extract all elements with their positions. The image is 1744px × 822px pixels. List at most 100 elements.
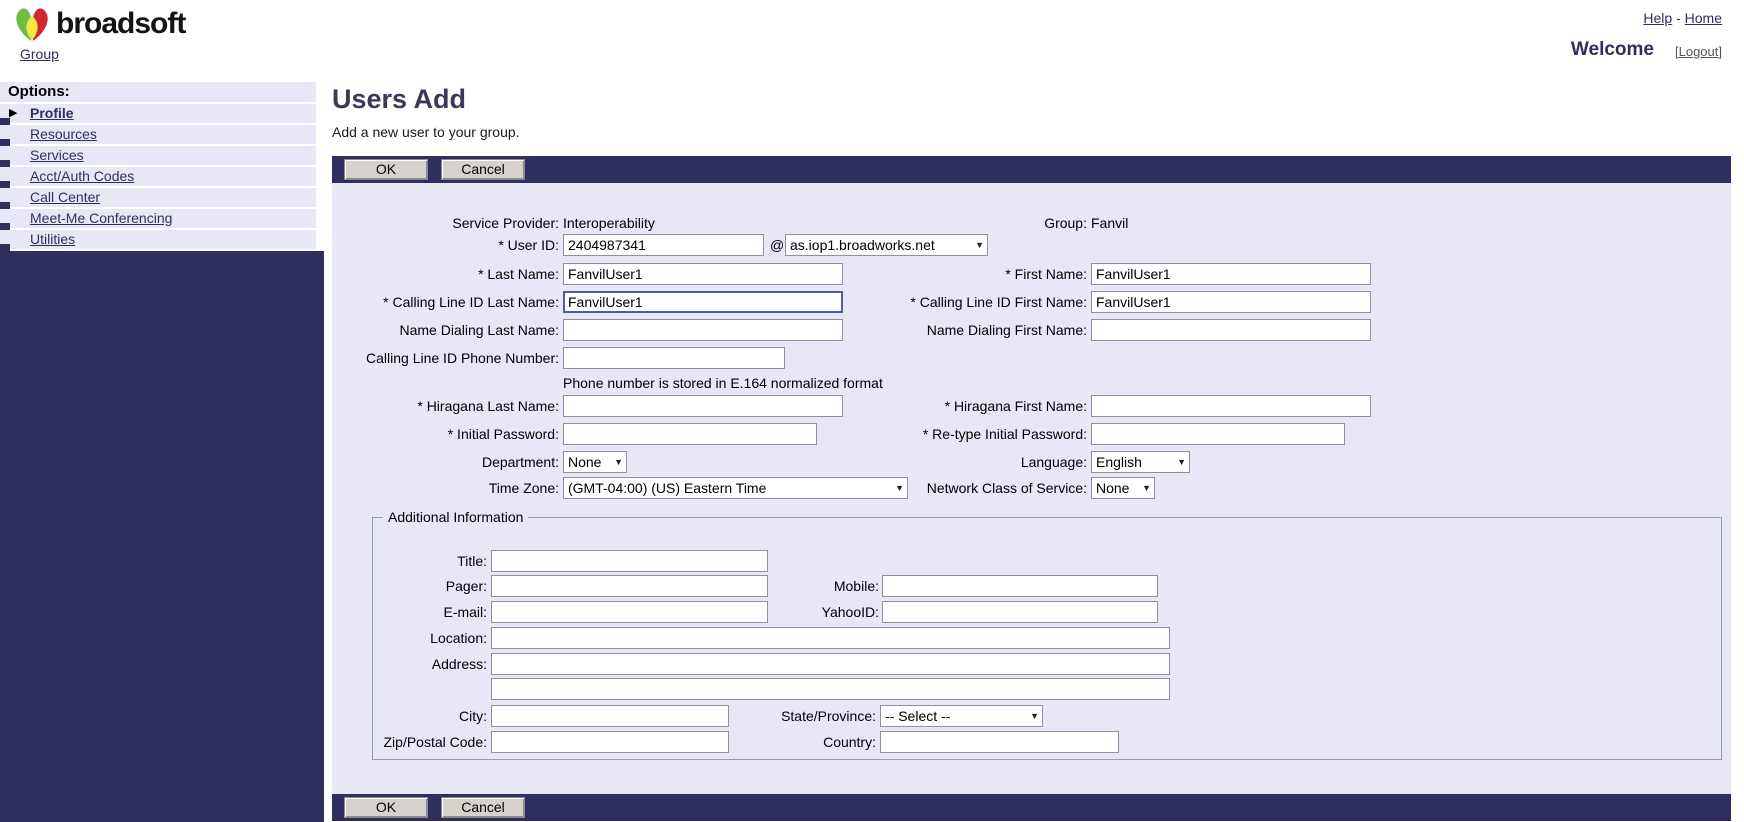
sidebar-item-utilities-label[interactable]: Utilities: [30, 231, 75, 247]
help-link[interactable]: Help: [1643, 10, 1672, 26]
country-label: Country:: [729, 731, 876, 753]
state-province-label: State/Province:: [729, 705, 876, 727]
sidebar-item-profile[interactable]: ▶ Profile: [0, 104, 316, 125]
additional-information-fieldset: Additional Information Title: Pager: Mob…: [372, 517, 1722, 760]
logo-text: broadsoft: [56, 7, 185, 41]
mobile-input[interactable]: [882, 575, 1158, 597]
zip-postal-code-label: Zip/Postal Code:: [373, 731, 487, 753]
yahooid-label: YahooID:: [768, 601, 879, 623]
users-add-form: Service Provider: Interoperability Group…: [332, 183, 1731, 794]
broadsoft-logo: broadsoft: [12, 5, 185, 43]
network-class-of-service-select[interactable]: None ▼: [1091, 477, 1155, 499]
page-title: Users Add: [332, 84, 466, 115]
email-label: E-mail:: [373, 601, 487, 623]
department-select[interactable]: None ▼: [563, 451, 627, 473]
language-select[interactable]: English ▼: [1091, 451, 1190, 473]
ok-button-top[interactable]: OK: [344, 159, 428, 180]
chevron-down-icon: ▼: [1142, 483, 1151, 493]
initial-password-label: * Initial Password:: [332, 423, 559, 445]
network-class-of-service-label: Network Class of Service:: [843, 477, 1087, 499]
time-zone-label: Time Zone:: [332, 477, 559, 499]
sidebar-item-resources-label[interactable]: Resources: [30, 126, 97, 142]
time-zone-select-value: (GMT-04:00) (US) Eastern Time: [568, 480, 766, 496]
home-link[interactable]: Home: [1685, 10, 1722, 26]
domain-select[interactable]: as.iop1.broadworks.net ▼: [785, 234, 988, 256]
address-line1-input[interactable]: [491, 653, 1170, 675]
department-label: Department:: [332, 451, 559, 473]
initial-password-input[interactable]: [563, 423, 817, 445]
zip-postal-code-input[interactable]: [491, 731, 729, 753]
last-name-label: * Last Name:: [332, 263, 559, 285]
yahooid-input[interactable]: [882, 601, 1158, 623]
service-provider-value: Interoperability: [563, 212, 655, 234]
city-input[interactable]: [491, 705, 729, 727]
ok-button-bottom[interactable]: OK: [344, 797, 428, 818]
email-input[interactable]: [491, 601, 768, 623]
user-id-input[interactable]: [563, 234, 764, 256]
pager-input[interactable]: [491, 575, 768, 597]
domain-select-value: as.iop1.broadworks.net: [790, 237, 935, 253]
first-name-input[interactable]: [1091, 263, 1371, 285]
hiragana-last-input[interactable]: [563, 395, 843, 417]
phone-format-note: Phone number is stored in E.164 normaliz…: [563, 373, 883, 393]
name-dialing-last-input[interactable]: [563, 319, 843, 341]
header: broadsoft Help - Home Group Welcome [Log…: [0, 0, 1744, 69]
sidebar-item-acct-auth-codes-label[interactable]: Acct/Auth Codes: [30, 168, 134, 184]
help-home-links: Help - Home: [1643, 10, 1722, 26]
city-label: City:: [373, 705, 487, 727]
chevron-down-icon: ▼: [614, 457, 623, 467]
country-input[interactable]: [880, 731, 1119, 753]
department-select-value: None: [568, 454, 601, 470]
location-label: Location:: [373, 627, 487, 649]
clid-first-name-label: * Calling Line ID First Name:: [843, 291, 1087, 313]
language-label: Language:: [843, 451, 1087, 473]
address-label: Address:: [373, 653, 487, 675]
logout-link[interactable]: [Logout]: [1675, 44, 1722, 59]
options-menu: Options: ▶ Profile Resources Services Ac…: [0, 82, 316, 251]
sidebar-item-call-center-label[interactable]: Call Center: [30, 189, 100, 205]
cancel-button-bottom[interactable]: Cancel: [441, 797, 525, 818]
location-input[interactable]: [491, 627, 1170, 649]
top-toolbar: OK Cancel: [332, 156, 1731, 183]
title-label: Title:: [373, 550, 487, 572]
chevron-down-icon: ▼: [975, 240, 984, 250]
state-province-select[interactable]: -- Select -- ▼: [880, 705, 1043, 727]
welcome-text: Welcome: [1571, 39, 1654, 61]
broadsoft-logo-icon: [12, 5, 52, 43]
sidebar-item-resources[interactable]: Resources: [0, 125, 316, 146]
language-select-value: English: [1096, 454, 1142, 470]
retype-password-label: * Re-type Initial Password:: [843, 423, 1087, 445]
title-input[interactable]: [491, 550, 768, 572]
sidebar-item-profile-label[interactable]: Profile: [30, 105, 74, 121]
address-line2-input[interactable]: [491, 678, 1170, 700]
clid-phone-input[interactable]: [563, 347, 785, 369]
sidebar-item-services[interactable]: Services: [0, 146, 316, 167]
sidebar-item-acct-auth-codes[interactable]: Acct/Auth Codes: [0, 167, 316, 188]
sidebar-item-meet-me-conferencing-label[interactable]: Meet-Me Conferencing: [30, 210, 172, 226]
group-value: Fanvil: [1091, 212, 1128, 234]
options-menu-title: Options:: [0, 82, 316, 104]
sidebar-item-meet-me-conferencing[interactable]: Meet-Me Conferencing: [0, 209, 316, 230]
state-province-select-value: -- Select --: [885, 708, 950, 724]
sidebar-background: [0, 251, 324, 822]
hiragana-first-label: * Hiragana First Name:: [843, 395, 1087, 417]
retype-password-input[interactable]: [1091, 423, 1345, 445]
sidebar-item-utilities[interactable]: Utilities: [0, 230, 316, 251]
clid-last-name-input[interactable]: [563, 291, 843, 313]
hiragana-first-input[interactable]: [1091, 395, 1371, 417]
first-name-label: * First Name:: [843, 263, 1087, 285]
mobile-label: Mobile:: [768, 575, 879, 597]
cancel-button-top[interactable]: Cancel: [441, 159, 525, 180]
active-arrow-icon: ▶: [9, 104, 17, 123]
group-label: Group:: [843, 212, 1087, 234]
sidebar-item-call-center[interactable]: Call Center: [0, 188, 316, 209]
name-dialing-last-label: Name Dialing Last Name:: [332, 319, 559, 341]
sidebar-item-services-label[interactable]: Services: [30, 147, 84, 163]
name-dialing-first-input[interactable]: [1091, 319, 1371, 341]
last-name-input[interactable]: [563, 263, 843, 285]
clid-phone-label: Calling Line ID Phone Number:: [332, 347, 559, 369]
pager-label: Pager:: [373, 575, 487, 597]
clid-first-name-input[interactable]: [1091, 291, 1371, 313]
hiragana-last-label: * Hiragana Last Name:: [332, 395, 559, 417]
group-link[interactable]: Group: [20, 46, 59, 62]
